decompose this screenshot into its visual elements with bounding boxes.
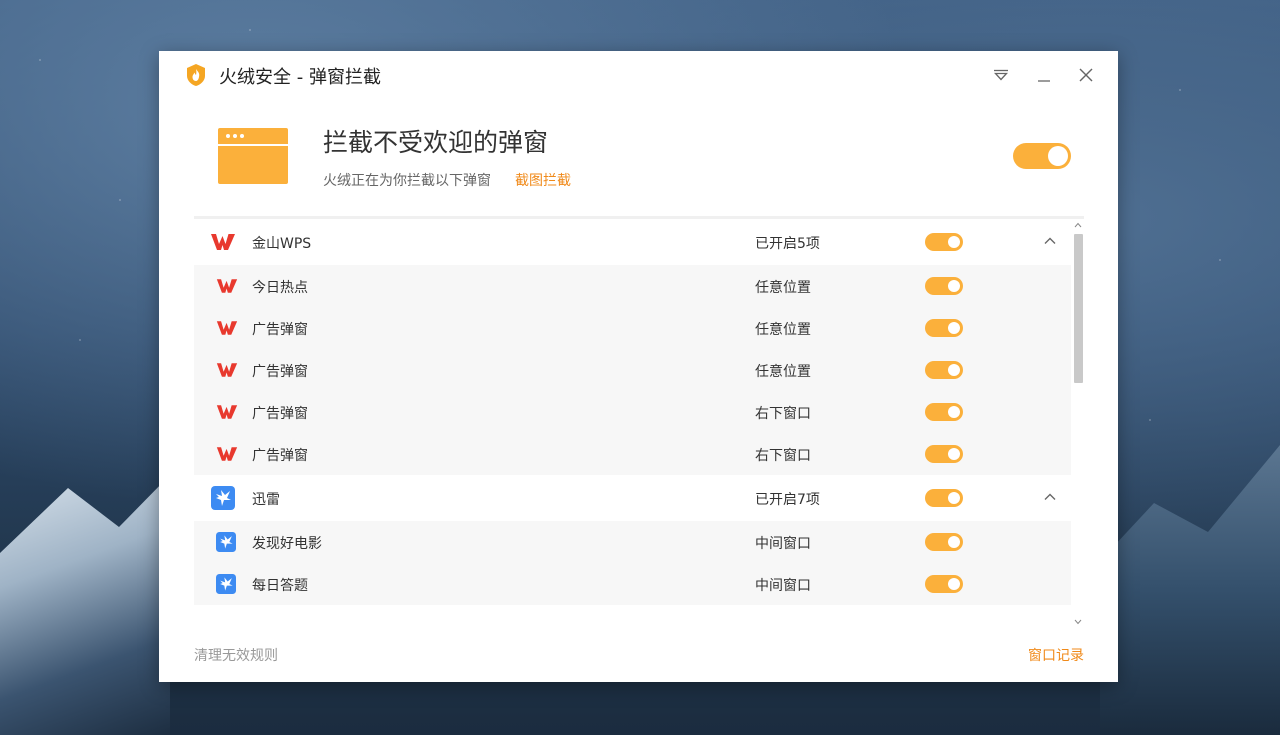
master-toggle[interactable] — [1013, 143, 1071, 169]
minimize-icon — [1038, 80, 1050, 82]
group-name: 金山WPS — [252, 236, 312, 252]
rule-row[interactable]: 每日答题 中间窗口 — [194, 563, 1071, 605]
menu-triangle-icon — [994, 69, 1008, 81]
rule-row[interactable]: 广告弹窗 任意位置 — [194, 349, 1071, 391]
rules-list: 金山WPS 已开启5项 今日热点 任意位置 广告弹窗 任意位置 广告弹窗 任意位置 广告弹窗 右下… — [194, 216, 1084, 625]
close-icon — [1079, 68, 1093, 82]
screenshot-block-link[interactable]: 截图拦截 — [515, 170, 571, 190]
rule-toggle[interactable] — [925, 575, 963, 593]
wps-icon — [216, 445, 238, 463]
rule-toggle[interactable] — [925, 319, 963, 337]
scrollbar[interactable] — [1071, 219, 1084, 625]
rule-name: 广告弹窗 — [252, 448, 308, 464]
rules-list-content: 金山WPS 已开启5项 今日热点 任意位置 广告弹窗 任意位置 广告弹窗 任意位置 广告弹窗 右下… — [194, 219, 1071, 605]
rule-toggle[interactable] — [925, 533, 963, 551]
xunlei-icon — [216, 532, 236, 552]
rule-name: 广告弹窗 — [252, 322, 308, 338]
rule-row[interactable]: 广告弹窗 右下窗口 — [194, 433, 1071, 475]
rule-position: 中间窗口 — [755, 536, 811, 552]
header-title: 拦截不受欢迎的弹窗 — [323, 128, 549, 157]
rule-position: 右下窗口 — [755, 448, 811, 464]
group-toggle[interactable] — [925, 233, 963, 251]
rule-name: 发现好电影 — [252, 536, 322, 552]
rule-position: 任意位置 — [755, 364, 811, 380]
group-row[interactable]: 迅雷 已开启7项 — [194, 475, 1071, 521]
xunlei-icon — [216, 574, 236, 594]
window-history-link[interactable]: 窗口记录 — [1028, 645, 1084, 665]
group-row[interactable]: 金山WPS 已开启5项 — [194, 219, 1071, 265]
header-subtitle: 火绒正在为你拦截以下弹窗 — [323, 173, 491, 189]
group-toggle[interactable] — [925, 489, 963, 507]
rule-position: 中间窗口 — [755, 578, 811, 594]
scroll-up-icon[interactable] — [1074, 221, 1082, 229]
group-status: 已开启7项 — [755, 492, 820, 508]
rule-toggle[interactable] — [925, 445, 963, 463]
popup-blocker-window: 火绒安全 - 弹窗拦截 拦截不受欢迎的弹窗 火绒正在为你拦截以下弹窗 截图拦截 — [159, 51, 1118, 682]
menu-button[interactable] — [991, 65, 1011, 85]
chevron-up-icon[interactable] — [1042, 233, 1058, 249]
rule-row[interactable]: 今日热点 任意位置 — [194, 265, 1071, 307]
group-status: 已开启5项 — [755, 236, 820, 252]
chevron-up-icon[interactable] — [1042, 489, 1058, 505]
wps-icon — [216, 361, 238, 379]
scroll-thumb[interactable] — [1074, 234, 1083, 383]
title-bar: 火绒安全 - 弹窗拦截 — [159, 51, 1118, 99]
xunlei-icon — [210, 486, 236, 510]
rule-position: 任意位置 — [755, 322, 811, 338]
wps-icon — [216, 319, 238, 337]
rule-row[interactable]: 广告弹窗 右下窗口 — [194, 391, 1071, 433]
wps-icon — [210, 230, 236, 254]
rule-toggle[interactable] — [925, 277, 963, 295]
wps-icon — [216, 277, 238, 295]
rule-row[interactable]: 广告弹窗 任意位置 — [194, 307, 1071, 349]
scroll-down-icon[interactable] — [1074, 618, 1082, 625]
minimize-button[interactable] — [1034, 65, 1054, 85]
huorong-logo-icon — [187, 64, 205, 86]
rule-toggle[interactable] — [925, 361, 963, 379]
rule-name: 广告弹窗 — [252, 364, 308, 380]
close-button[interactable] — [1076, 65, 1096, 85]
rule-name: 今日热点 — [252, 280, 308, 296]
rule-row[interactable]: 发现好电影 中间窗口 — [194, 521, 1071, 563]
rule-name: 广告弹窗 — [252, 406, 308, 422]
rule-position: 右下窗口 — [755, 406, 811, 422]
wps-icon — [216, 403, 238, 421]
window-title: 火绒安全 - 弹窗拦截 — [219, 67, 381, 88]
clean-invalid-rules-link[interactable]: 清理无效规则 — [194, 645, 278, 665]
background-mountain-right — [1100, 445, 1280, 735]
group-name: 迅雷 — [252, 492, 280, 508]
rule-toggle[interactable] — [925, 403, 963, 421]
popup-window-icon — [218, 128, 288, 184]
rule-name: 每日答题 — [252, 578, 308, 594]
rule-position: 任意位置 — [755, 280, 811, 296]
background-mountain-left — [0, 475, 170, 735]
